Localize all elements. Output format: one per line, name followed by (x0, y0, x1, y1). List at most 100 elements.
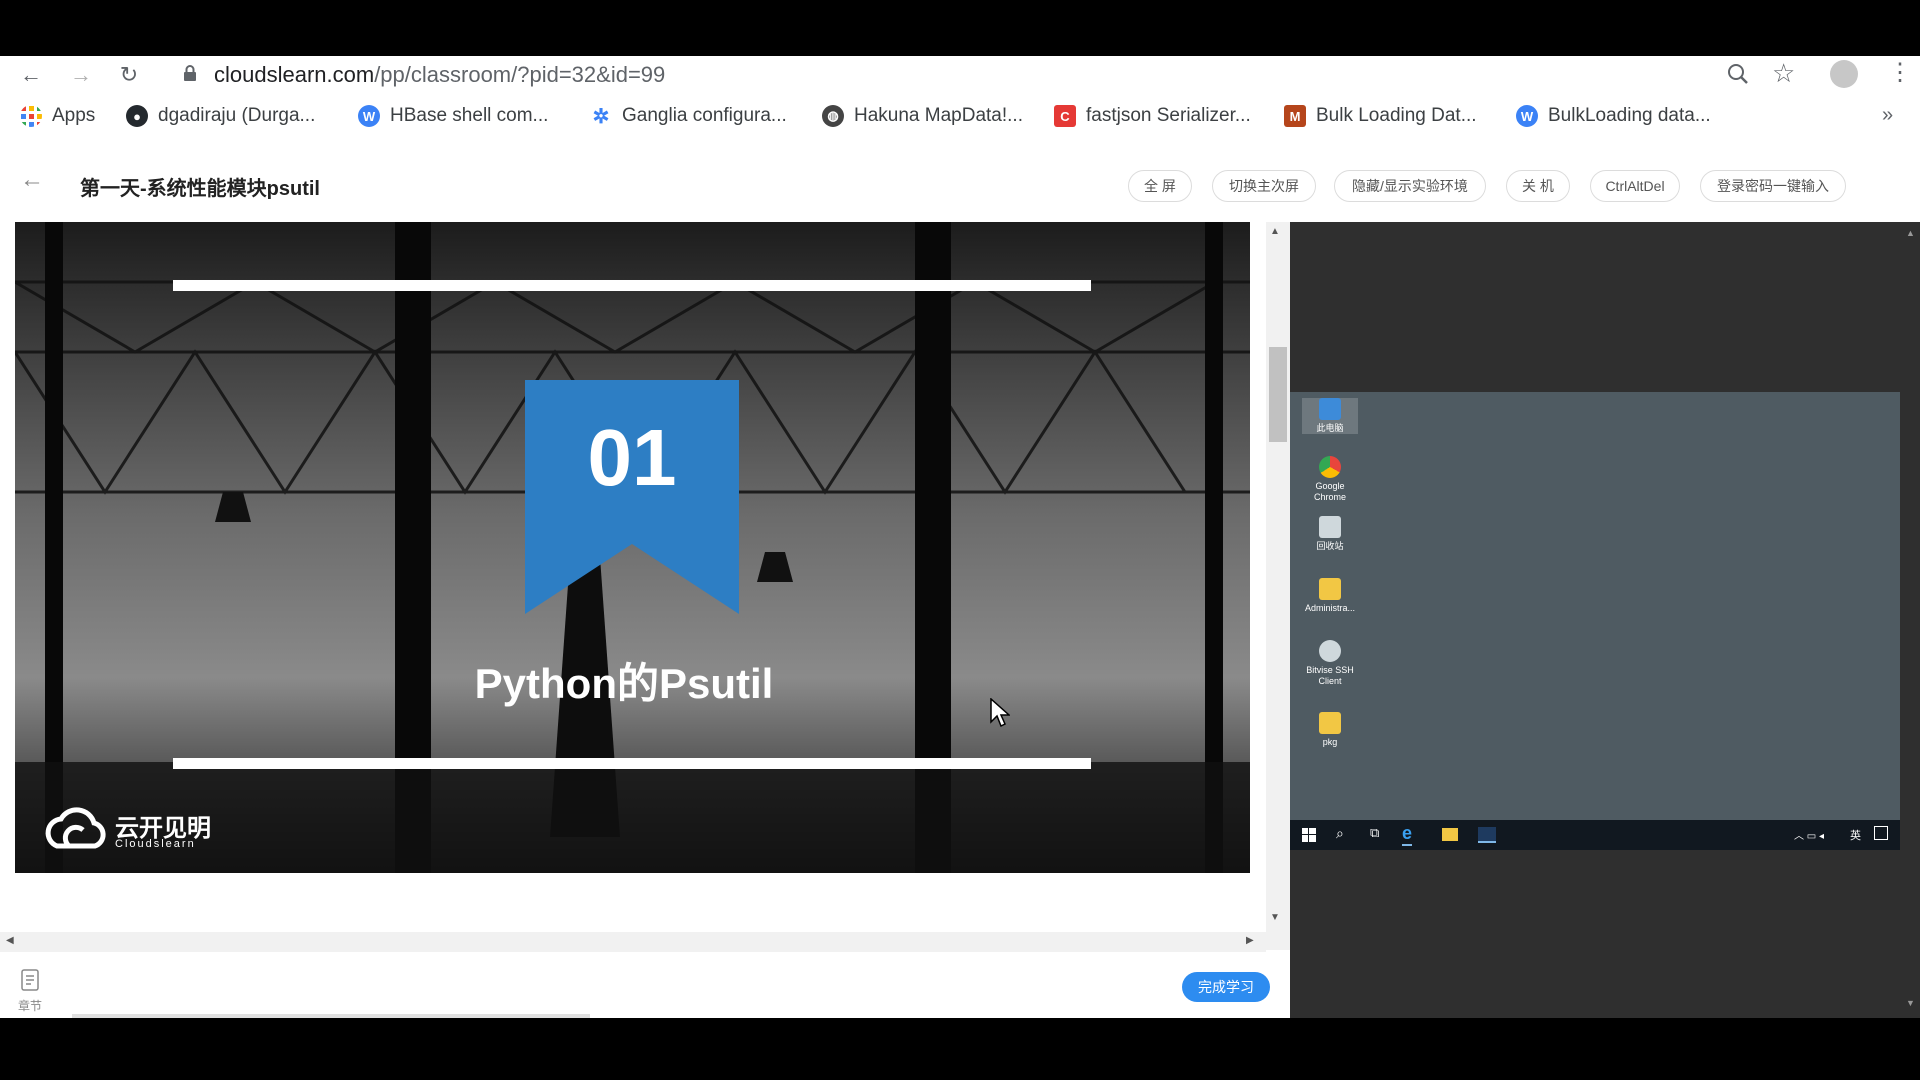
reload-icon[interactable]: ↻ (116, 62, 142, 88)
remote-taskbar: ⌕ ⧉ e ︿ ▭ ◂ 英 (1290, 820, 1900, 850)
remote-desktop-pane: 此电脑 Google Chrome 回收站 Administra... Bitv… (1290, 222, 1920, 1018)
bookmark-label: fastjson Serializer... (1086, 105, 1251, 126)
letterbox-bottom (0, 1018, 1920, 1080)
horizontal-scrollbar[interactable]: ◀ ▶ (0, 932, 1266, 952)
desktop-icon-label: pkg (1322, 737, 1338, 747)
remote-scrollbar[interactable]: ▲ ▼ (1902, 222, 1920, 1018)
desktop-icon-bitvise[interactable]: Bitvise SSH Client (1302, 640, 1358, 687)
bookmark-label: Apps (52, 105, 96, 126)
scroll-down-icon[interactable]: ▼ (1906, 998, 1915, 1008)
zoom-icon[interactable] (1726, 62, 1750, 86)
back-arrow-icon[interactable]: ← (20, 166, 44, 194)
scroll-right-icon[interactable]: ▶ (1246, 935, 1254, 946)
chapter-button[interactable]: 章节 (14, 968, 46, 1014)
bookmark-label: Bulk Loading Dat... (1316, 105, 1477, 126)
scroll-up-icon[interactable]: ▲ (1906, 228, 1915, 238)
desktop-icon-chrome[interactable]: Google Chrome (1302, 456, 1358, 503)
bookmark-apps[interactable]: Apps (20, 102, 95, 130)
chapter-number: 01 (587, 413, 677, 502)
scroll-up-icon[interactable]: ▲ (1270, 226, 1280, 237)
bookmark-fastjson[interactable]: C fastjson Serializer... (1054, 102, 1251, 130)
desktop-icon-label: Administra... (1304, 603, 1355, 613)
desktop-icon-label: Google Chrome (1313, 481, 1346, 502)
windows-start-icon[interactable] (1302, 828, 1316, 842)
explorer-icon[interactable] (1442, 828, 1458, 841)
fullscreen-button[interactable]: 全 屏 (1128, 170, 1192, 202)
bookmarks-overflow-icon[interactable]: » (1882, 104, 1893, 127)
bookmark-hakuna[interactable]: ◍ Hakuna MapData!... (822, 102, 1023, 130)
bitvise-icon (1319, 640, 1341, 662)
switch-screen-button[interactable]: 切换主次屏 (1212, 170, 1316, 202)
browser-toolbar: ← → ↻ cloudslearn.com/pp/classroom/?pid=… (0, 56, 1920, 92)
chrome-icon (1319, 456, 1341, 478)
desktop-icon-pkg[interactable]: pkg (1302, 712, 1358, 748)
page-title: 第一天-系统性能模块psutil (80, 178, 320, 200)
toggle-lab-button[interactable]: 隐藏/显示实验环境 (1334, 170, 1486, 202)
user-folder-icon (1319, 578, 1341, 600)
bookmark-bulkloading-data[interactable]: W BulkLoading data... (1516, 102, 1711, 130)
input-language[interactable]: 英 (1850, 827, 1861, 843)
slide-heading: Python的Psutil (474, 660, 774, 707)
search-icon[interactable]: ⌕ (1336, 825, 1344, 842)
vertical-scrollbar[interactable]: ▲ ▼ (1266, 222, 1290, 950)
bookmark-label: BulkLoading data... (1548, 105, 1711, 126)
complete-study-button[interactable]: 完成学习 (1182, 972, 1270, 1002)
document-icon (21, 969, 39, 991)
wordpress-icon: W (358, 105, 380, 127)
app-window-icon[interactable] (1478, 827, 1496, 843)
m-logo-icon: M (1284, 105, 1306, 127)
desktop-icon-label: 此电脑 (1316, 423, 1344, 433)
bookmark-label: Ganglia configura... (622, 105, 787, 126)
wordpress-icon: W (1516, 105, 1538, 127)
ie-icon[interactable]: e (1402, 823, 1413, 846)
bookmark-label: Hakuna MapData!... (854, 105, 1023, 126)
url-path: /pp/classroom/?pid=32&id=99 (374, 62, 666, 87)
bookmark-label: dgadiraju (Durga... (158, 105, 316, 126)
tray-icons[interactable]: ︿ ▭ ◂ (1794, 827, 1824, 842)
bookmarks-bar: Apps ● dgadiraju (Durga... W HBase shell… (0, 92, 1920, 142)
c-logo-icon: C (1054, 105, 1076, 127)
bookmark-hbase[interactable]: W HBase shell com... (358, 102, 548, 130)
desktop-icon-recycle-bin[interactable]: 回收站 (1302, 516, 1358, 552)
menu-kebab-icon[interactable]: ⋮ (1888, 58, 1912, 87)
bottom-bar: 章节 完成学习 (0, 960, 1290, 1018)
desktop-icon-this-pc[interactable]: 此电脑 (1302, 398, 1358, 434)
github-icon: ● (126, 105, 148, 127)
bookmark-label: HBase shell com... (390, 105, 549, 126)
ctrl-alt-del-button[interactable]: CtrlAltDel (1590, 170, 1680, 202)
apps-grid-icon (21, 106, 42, 127)
desktop-icon-administrator[interactable]: Administra... (1302, 578, 1358, 614)
recycle-bin-icon (1319, 516, 1341, 538)
cloudslearn-logo-icon (45, 807, 106, 849)
ganglia-icon: ✲ (592, 105, 610, 128)
url-host: cloudslearn.com (214, 62, 375, 87)
scroll-thumb[interactable] (1269, 347, 1287, 442)
bookmark-bulk-loading[interactable]: M Bulk Loading Dat... (1284, 102, 1477, 130)
star-icon[interactable]: ☆ (1772, 58, 1795, 89)
globe-icon: ◍ (822, 105, 844, 127)
scroll-down-icon[interactable]: ▼ (1270, 912, 1280, 923)
bookmark-dgadiraju[interactable]: ● dgadiraju (Durga... (126, 102, 315, 130)
url-text[interactable]: cloudslearn.com/pp/classroom/?pid=32&id=… (214, 62, 665, 88)
shutdown-button[interactable]: 关 机 (1506, 170, 1570, 202)
desktop-icon-label: 回收站 (1316, 541, 1344, 551)
chapter-label: 章节 (17, 999, 42, 1013)
notification-icon[interactable] (1874, 826, 1888, 840)
slide: 01 Python的Psutil 云开见明 Cloudslearn (15, 222, 1250, 873)
computer-icon (1319, 398, 1341, 420)
password-input-button[interactable]: 登录密码一键输入 (1700, 170, 1846, 202)
scroll-left-icon[interactable]: ◀ (6, 935, 14, 946)
desktop-icon-label: Bitvise SSH Client (1306, 665, 1354, 686)
folder-icon (1319, 712, 1341, 734)
mouse-cursor-icon (990, 698, 1010, 728)
remote-desktop[interactable]: 此电脑 Google Chrome 回收站 Administra... Bitv… (1290, 392, 1900, 820)
bookmark-ganglia[interactable]: ✲ Ganglia configura... (590, 102, 787, 130)
profile-avatar[interactable] (1830, 60, 1858, 88)
lock-icon (184, 65, 196, 81)
task-view-icon[interactable]: ⧉ (1370, 825, 1379, 841)
logo-text-en: Cloudslearn (115, 838, 196, 850)
back-icon[interactable]: ← (18, 62, 44, 88)
courseware-pane: 01 Python的Psutil 云开见明 Cloudslearn ▲ ▼ ◀ … (0, 222, 1290, 1018)
classroom-header: ← 第一天-系统性能模块psutil 全 屏 切换主次屏 隐藏/显示实验环境 关… (0, 142, 1920, 222)
forward-icon[interactable]: → (68, 62, 94, 88)
